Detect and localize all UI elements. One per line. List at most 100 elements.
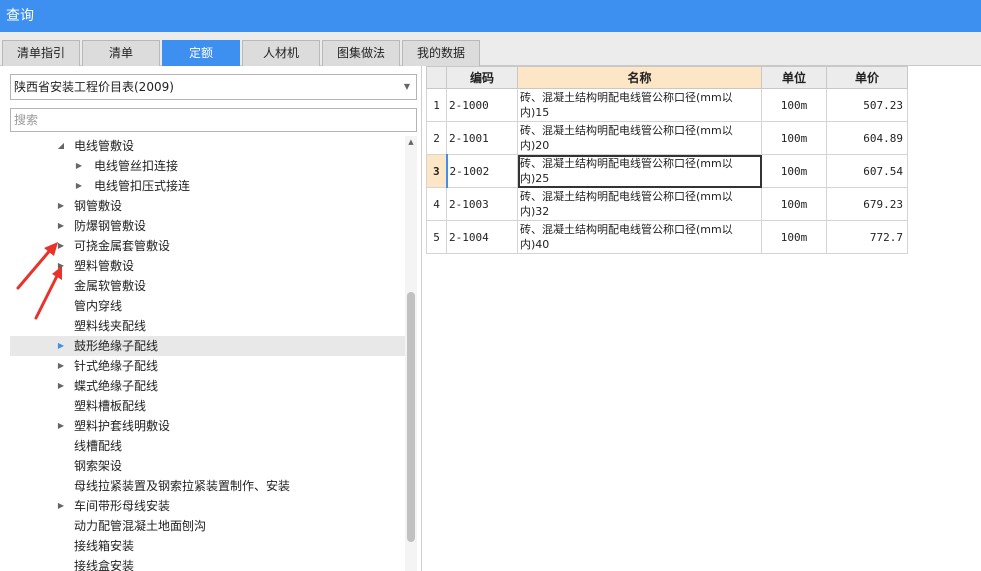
table-row[interactable]: 4 2-1003 砖、混凝土结构明配电线管公称口径(mm以内)32 100m 6… xyxy=(426,187,908,221)
quota-table: 编码 名称 单位 单价 1 2-1000 砖、混凝土结构明配电线管公称口径(mm… xyxy=(426,66,908,254)
tree-node[interactable]: ▶ 电线管扣压式接连 xyxy=(10,176,405,196)
cell-price[interactable]: 679.23 xyxy=(826,187,908,221)
tree-node[interactable]: ▶ 车间带形母线安装 xyxy=(10,496,405,516)
cell-price[interactable]: 604.89 xyxy=(826,121,908,155)
tree-node-label: 电线管敷设 xyxy=(74,139,135,153)
tab-labor-material-machine[interactable]: 人材机 xyxy=(242,40,320,66)
tree-node-label: 可挠金属套管敷设 xyxy=(74,239,171,253)
search-input[interactable] xyxy=(10,108,417,132)
table-row[interactable]: 2 2-1001 砖、混凝土结构明配电线管公称口径(mm以内)20 100m 6… xyxy=(426,121,908,155)
tree-node[interactable]: 钢索架设 xyxy=(10,456,405,476)
cell-unit[interactable]: 100m xyxy=(761,187,827,221)
library-select[interactable]: 陕西省安装工程价目表(2009) ▼ xyxy=(10,74,417,100)
table-row[interactable]: 1 2-1000 砖、混凝土结构明配电线管公称口径(mm以内)15 100m 5… xyxy=(426,88,908,122)
tree-node-label: 母线拉紧装置及钢索拉紧装置制作、安装 xyxy=(74,479,291,493)
col-header-code[interactable]: 编码 xyxy=(446,66,518,89)
cell-code[interactable]: 2-1002 xyxy=(445,154,518,188)
scroll-up-icon[interactable]: ▲ xyxy=(405,136,417,148)
tree-node[interactable]: 动力配管混凝土地面刨沟 xyxy=(10,516,405,536)
table-row-current[interactable]: 3 2-1002 砖、混凝土结构明配电线管公称口径(mm以内)25 100m 6… xyxy=(426,154,908,188)
cell-price[interactable]: 507.23 xyxy=(826,88,908,122)
tree-node[interactable]: ◢ 电线管敷设 xyxy=(10,136,405,156)
tree-node[interactable]: ▶ 钢管敷设 xyxy=(10,196,405,216)
triangle-right-icon[interactable]: ▶ xyxy=(56,356,66,376)
col-header-price[interactable]: 单价 xyxy=(826,66,908,89)
cell-name-focused[interactable]: 砖、混凝土结构明配电线管公称口径(mm以内)25 xyxy=(517,154,762,188)
tree-node[interactable]: ▶ 塑料护套线明敷设 xyxy=(10,416,405,436)
triangle-right-icon[interactable]: ▶ xyxy=(56,496,66,516)
cell-unit[interactable]: 100m xyxy=(761,154,827,188)
row-index: 3 xyxy=(426,154,447,188)
triangle-right-icon[interactable]: ▶ xyxy=(74,156,84,176)
tree-node-label: 蝶式绝缘子配线 xyxy=(74,379,159,393)
triangle-right-icon[interactable]: ▶ xyxy=(56,376,66,396)
tab-my-data[interactable]: 我的数据 xyxy=(402,40,480,66)
col-header-name[interactable]: 名称 xyxy=(517,66,762,89)
tree-node-label: 动力配管混凝土地面刨沟 xyxy=(74,519,207,533)
tab-quota[interactable]: 定额 xyxy=(162,40,240,66)
cell-code[interactable]: 2-1000 xyxy=(446,88,518,122)
row-index: 1 xyxy=(426,88,447,122)
cell-unit[interactable]: 100m xyxy=(761,121,827,155)
cell-price[interactable]: 607.54 xyxy=(826,154,908,188)
triangle-right-icon[interactable]: ▶ xyxy=(56,196,66,216)
category-tree: ◢ 电线管敷设 ▶ 电线管丝扣连接 ▶ 电线管扣压式接连 ▶ 钢管敷设 ▶ 防爆… xyxy=(10,136,405,571)
tree-node-selected[interactable]: ▶ 鼓形绝缘子配线 xyxy=(10,336,405,356)
cell-code[interactable]: 2-1004 xyxy=(446,220,518,254)
cell-unit[interactable]: 100m xyxy=(761,220,827,254)
scroll-thumb[interactable] xyxy=(407,292,415,542)
results-panel: 编码 名称 单位 单价 1 2-1000 砖、混凝土结构明配电线管公称口径(mm… xyxy=(424,66,981,571)
tab-bill[interactable]: 清单 xyxy=(82,40,160,66)
tree-node[interactable]: 母线拉紧装置及钢索拉紧装置制作、安装 xyxy=(10,476,405,496)
tree-node[interactable]: 接线盒安装 xyxy=(10,556,405,571)
row-index: 2 xyxy=(426,121,447,155)
annotation-arrow-icon xyxy=(34,266,62,320)
tree-node-label: 塑料护套线明敷设 xyxy=(74,419,171,433)
tree-node[interactable]: 线槽配线 xyxy=(10,436,405,456)
cell-code[interactable]: 2-1001 xyxy=(446,121,518,155)
cell-price[interactable]: 772.7 xyxy=(826,220,908,254)
triangle-right-icon[interactable]: ▶ xyxy=(56,416,66,436)
tree-node-label: 金属软管敷设 xyxy=(74,279,147,293)
tree-node[interactable]: ▶ 防爆钢管敷设 xyxy=(10,216,405,236)
cell-name[interactable]: 砖、混凝土结构明配电线管公称口径(mm以内)40 xyxy=(517,220,762,254)
tree-node[interactable]: 接线箱安装 xyxy=(10,536,405,556)
triangle-right-icon[interactable]: ▶ xyxy=(56,216,66,236)
row-index: 5 xyxy=(426,220,447,254)
cell-unit[interactable]: 100m xyxy=(761,88,827,122)
tree-node[interactable]: ▶ 针式绝缘子配线 xyxy=(10,356,405,376)
cell-name[interactable]: 砖、混凝土结构明配电线管公称口径(mm以内)15 xyxy=(517,88,762,122)
row-index: 4 xyxy=(426,187,447,221)
tree-node-label: 电线管丝扣连接 xyxy=(94,159,179,173)
col-header-index xyxy=(426,66,447,89)
tree-node[interactable]: ▶ 蝶式绝缘子配线 xyxy=(10,376,405,396)
chevron-down-icon[interactable]: ▼ xyxy=(404,75,410,99)
tab-bar: 清单指引 清单 定额 人材机 图集做法 我的数据 xyxy=(0,32,981,66)
tree-node-label: 塑料槽板配线 xyxy=(74,399,147,413)
tree-node-label: 钢索架设 xyxy=(74,459,123,473)
triangle-down-icon[interactable]: ◢ xyxy=(56,136,66,156)
tree-node-label: 接线箱安装 xyxy=(74,539,135,553)
tree-node-label: 塑料线夹配线 xyxy=(74,319,147,333)
tree-node-label: 针式绝缘子配线 xyxy=(74,359,159,373)
tree-node-label: 钢管敷设 xyxy=(74,199,123,213)
triangle-right-icon[interactable]: ▶ xyxy=(74,176,84,196)
cell-code[interactable]: 2-1003 xyxy=(446,187,518,221)
cell-name[interactable]: 砖、混凝土结构明配电线管公称口径(mm以内)32 xyxy=(517,187,762,221)
tab-bill-guide[interactable]: 清单指引 xyxy=(2,40,80,66)
cell-name[interactable]: 砖、混凝土结构明配电线管公称口径(mm以内)20 xyxy=(517,121,762,155)
tree-node[interactable]: 塑料槽板配线 xyxy=(10,396,405,416)
table-row[interactable]: 5 2-1004 砖、混凝土结构明配电线管公称口径(mm以内)40 100m 7… xyxy=(426,220,908,254)
tree-node-label: 接线盒安装 xyxy=(74,559,135,571)
tree-node[interactable]: ▶ 电线管丝扣连接 xyxy=(10,156,405,176)
tab-atlas-method[interactable]: 图集做法 xyxy=(322,40,400,66)
annotation-arrow-icon xyxy=(16,242,58,290)
tree-scrollbar[interactable]: ▲ xyxy=(405,136,417,571)
tree-node-label: 防爆钢管敷设 xyxy=(74,219,147,233)
left-panel: 陕西省安装工程价目表(2009) ▼ ◢ 电线管敷设 ▶ 电线管丝扣连接 ▶ 电… xyxy=(0,66,422,571)
window-titlebar: 查询 xyxy=(0,0,981,32)
col-header-unit[interactable]: 单位 xyxy=(761,66,827,89)
tree-node-label: 鼓形绝缘子配线 xyxy=(74,339,159,353)
triangle-right-icon[interactable]: ▶ xyxy=(56,336,66,356)
tree-node-label: 车间带形母线安装 xyxy=(74,499,171,513)
